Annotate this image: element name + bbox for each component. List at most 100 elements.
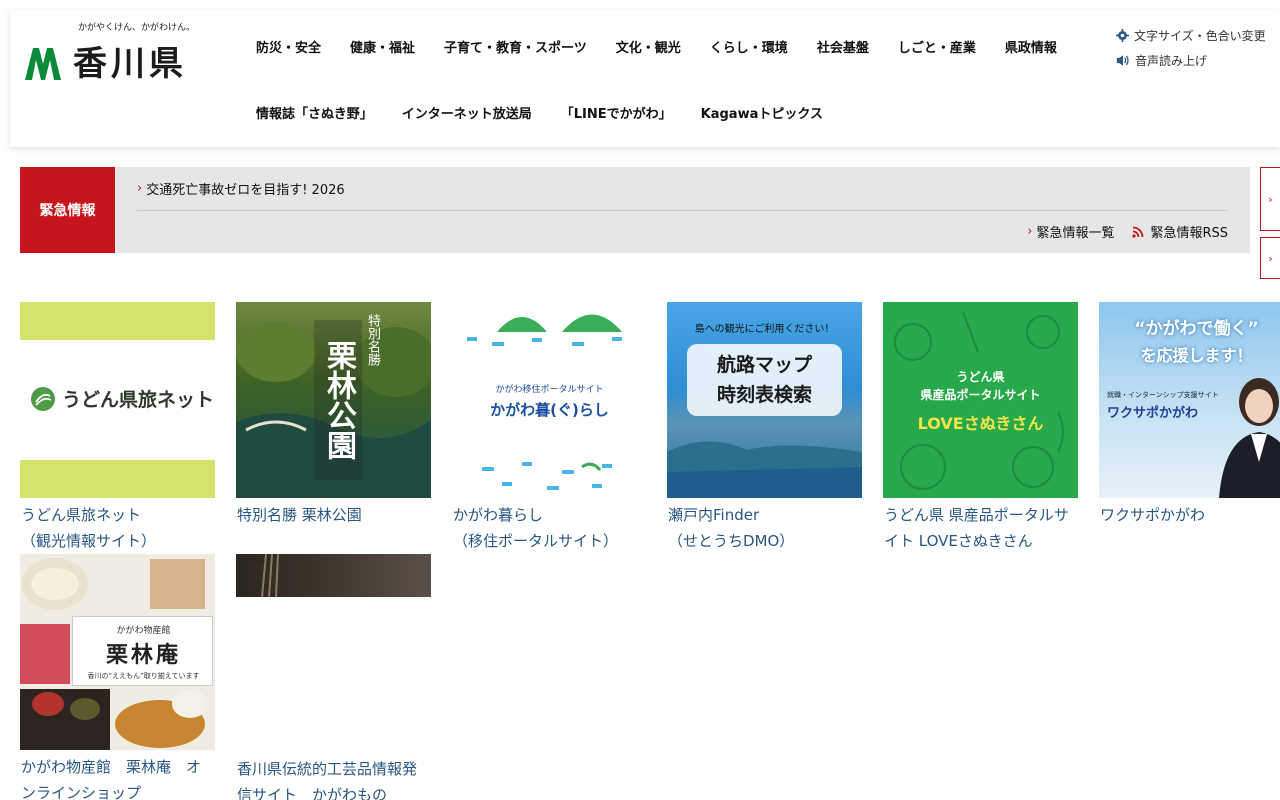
kagawa-logo[interactable]: かがやくけん、かがわけん。 香川県 (23, 20, 196, 84)
banner-caption[interactable]: かがわ暮らし （移住ポータルサイト） (452, 502, 647, 554)
udon-img-text: うどん県旅ネット (62, 389, 215, 411)
setouchi-img-box: 航路マップ 時刻表検索 (687, 344, 842, 416)
craft-photo-icon (261, 554, 279, 597)
speaker-icon (1116, 55, 1129, 66)
nav-disaster-safety[interactable]: 防災・安全 (256, 40, 321, 58)
banner-caption-line1: かがわ物産館 栗林庵 オ (21, 758, 202, 776)
sanuki-img-line2: 県産品ポータルサイト (920, 388, 1041, 402)
banner-setouchi-finder[interactable]: 島への観光にご利用ください！ 航路マップ 時刻表検索 瀬戸内Finder （せと… (667, 302, 862, 554)
chevron-right-icon: › (1268, 192, 1273, 206)
kagawa-mark-icon (25, 48, 61, 80)
banner-caption[interactable]: 瀬戸内Finder （せとうちDMO） (667, 502, 862, 554)
waku-img-line1: “かがわで働く” (1134, 319, 1259, 339)
emergency-label: 緊急情報 (20, 167, 115, 253)
sanuki-img-line3: LOVEさぬきさん (917, 414, 1044, 433)
read-aloud-link[interactable]: 音声読み上げ (1116, 52, 1207, 69)
banner-caption[interactable]: 特別名勝 栗林公園 (236, 502, 431, 528)
banner-image (236, 554, 431, 597)
banner-caption-line1: 瀬戸内Finder (668, 506, 760, 524)
chevron-right-icon: › (1027, 224, 1033, 239)
banner-caption[interactable]: かがわ物産館 栗林庵 オ ンラインショップ (20, 754, 215, 800)
rss-icon (1132, 226, 1144, 238)
emergency-info-panel: 緊急情報 › 交通死亡事故ゼロを目指す! 2026 › 緊急情報一覧 緊急情報R… (20, 167, 1250, 253)
sanuki-img-line1: うどん県 (956, 370, 1005, 384)
emergency-news-text: 交通死亡事故ゼロを目指す! 2026 (146, 183, 345, 198)
banner-caption[interactable]: ワクサポかがわ (1099, 502, 1280, 528)
font-color-settings-link[interactable]: 文字サイズ・色合い変更 (1116, 27, 1266, 44)
park-img-title: 栗林公園 (314, 320, 362, 480)
shop-img-box: かがわ物産館 栗林庵 香川の“ええもん”取り揃えています (72, 616, 213, 686)
banner-kagawa-kurashi[interactable]: かがわ移住ポータルサイト かがわ暮(ぐ)らし かがわ暮らし （移住ポータルサイト… (452, 302, 647, 554)
emergency-rss-link[interactable]: 緊急情報RSS (1132, 222, 1228, 241)
site-header: かがやくけん、かがわけん。 香川県 防災・安全 健康・福祉 子育て・教育・スポー… (10, 10, 1280, 147)
banner-ritsurin-park[interactable]: 栗林公園 特別名勝 特別名勝 栗林公園 (236, 302, 431, 528)
gear-icon (1116, 29, 1129, 42)
nav-internet-broadcast[interactable]: インターネット放送局 (402, 106, 532, 124)
banner-caption-line2: （せとうちDMO） (668, 532, 795, 550)
nav-sanukino-magazine[interactable]: 情報誌「さぬき野」 (256, 106, 373, 124)
banner-image: “かがわで働く” を応援します！ 就職・インターンシップ支援サイト ワクサポかが… (1099, 302, 1280, 498)
banner-caption-line1: 香川県伝統的工芸品情報発 (237, 760, 418, 778)
font-color-settings-label: 文字サイズ・色合い変更 (1134, 29, 1266, 43)
banner-caption-line1: うどん県旅ネット (21, 506, 142, 524)
banner-image: うどん県旅ネット (20, 302, 215, 498)
banner-caption-line2: （移住ポータルサイト） (453, 532, 619, 550)
waku-img-line3: 就職・インターンシップ支援サイト (1107, 391, 1219, 399)
divider (137, 210, 1228, 211)
shop-img-line2: 栗林庵 (105, 643, 181, 668)
waku-img-line2: を応援します！ (1140, 346, 1253, 365)
banner-caption-line2: 信サイト かがわもの (237, 786, 388, 800)
banner-love-sanuki-san[interactable]: うどん県 県産品ポータルサイト LOVEさぬきさん うどん県 県産品ポータルサ … (883, 302, 1078, 554)
emergency-news-item[interactable]: › 交通死亡事故ゼロを目指す! 2026 (137, 179, 345, 198)
kurashi-img-sub: かがわ移住ポータルサイト (495, 385, 604, 395)
banner-caption[interactable]: 香川県伝統的工芸品情報発 信サイト かがわもの (236, 756, 431, 800)
nav-childcare-education-sports[interactable]: 子育て・教育・スポーツ (444, 40, 587, 58)
nav-culture-tourism[interactable]: 文化・観光 (616, 40, 681, 58)
banner-image: 栗林公園 特別名勝 (236, 302, 431, 498)
kurashi-img-title: かがわ暮(ぐ)らし (490, 401, 609, 419)
logo-text: 香川県 (73, 44, 187, 84)
banner-caption[interactable]: うどん県 県産品ポータルサ イト LOVEさぬきさん (883, 502, 1078, 554)
shop-img-line1: かがわ物産館 (116, 626, 171, 636)
leaf-logo-icon (31, 386, 55, 411)
banner-image: うどん県 県産品ポータルサイト LOVEさぬきさん (883, 302, 1078, 498)
read-aloud-label: 音声読み上げ (1135, 54, 1208, 68)
nav-line-kagawa[interactable]: 「LINEでかがわ」 (561, 106, 672, 124)
emergency-list-link[interactable]: › 緊急情報一覧 (1027, 222, 1114, 241)
banner-udon-tabi-net[interactable]: うどん県旅ネット うどん県旅ネット （観光情報サイト） (20, 302, 215, 554)
emergency-list-label: 緊急情報一覧 (1036, 226, 1115, 241)
banner-image: かがわ物産館 栗林庵 香川の“ええもん”取り揃えています (20, 554, 215, 750)
banner-caption-line1: 特別名勝 栗林公園 (237, 506, 362, 524)
nav-infrastructure[interactable]: 社会基盤 (817, 40, 869, 58)
nav-work-industry[interactable]: しごと・産業 (898, 40, 976, 58)
setouchi-box-line2: 時刻表検索 (716, 384, 812, 406)
global-nav-row-1: 防災・安全 健康・福祉 子育て・教育・スポーツ 文化・観光 くらし・環境 社会基… (256, 40, 1086, 58)
logo-tagline: かがやくけん、かがわけん。 (78, 23, 196, 33)
waku-img-line4: ワクサポかがわ (1107, 406, 1199, 421)
udon-logo: うどん県旅ネット (30, 385, 214, 412)
banner-ritsurinan-shop[interactable]: かがわ物産館 栗林庵 香川の“ええもん”取り揃えています かがわ物産館 栗林庵 … (20, 554, 215, 800)
banner-wakusapo-kagawa[interactable]: “かがわで働く” を応援します！ 就職・インターンシップ支援サイト ワクサポかが… (1099, 302, 1280, 528)
nav-life-environment[interactable]: くらし・環境 (710, 40, 788, 58)
side-tab-arrow-2[interactable]: › (1260, 237, 1280, 279)
setouchi-img-top: 島への観光にご利用ください！ (694, 324, 835, 335)
nav-health-welfare[interactable]: 健康・福祉 (350, 40, 415, 58)
decorative-stripe (20, 460, 215, 498)
setouchi-box-line1: 航路マップ (716, 354, 812, 376)
banner-caption-line2: イト LOVEさぬきさん (884, 532, 1033, 550)
banner-caption-line2: （観光情報サイト） (21, 532, 157, 550)
banner-caption-line1: うどん県 県産品ポータルサ (884, 506, 1069, 524)
banner-caption-line1: ワクサポかがわ (1100, 506, 1206, 524)
banner-caption[interactable]: うどん県旅ネット （観光情報サイト） (20, 502, 215, 554)
side-tab-arrow-1[interactable]: › (1260, 167, 1280, 231)
chevron-right-icon: › (1268, 251, 1273, 265)
banner-caption-line1: かがわ暮らし (453, 506, 544, 524)
nav-prefectural-info[interactable]: 県政情報 (1005, 40, 1057, 58)
decorative-stripe (20, 302, 215, 340)
banner-kagawamono[interactable]: 香川県伝統的工芸品情報発 信サイト かがわもの (236, 554, 431, 800)
park-img-sub: 特別名勝 (365, 314, 380, 366)
banner-image: かがわ移住ポータルサイト かがわ暮(ぐ)らし (452, 302, 647, 498)
shop-img-line3: 香川の“ええもん”取り揃えています (87, 672, 200, 680)
nav-kagawa-topics[interactable]: Kagawaトピックス (701, 106, 823, 124)
chevron-right-icon: › (137, 181, 143, 196)
